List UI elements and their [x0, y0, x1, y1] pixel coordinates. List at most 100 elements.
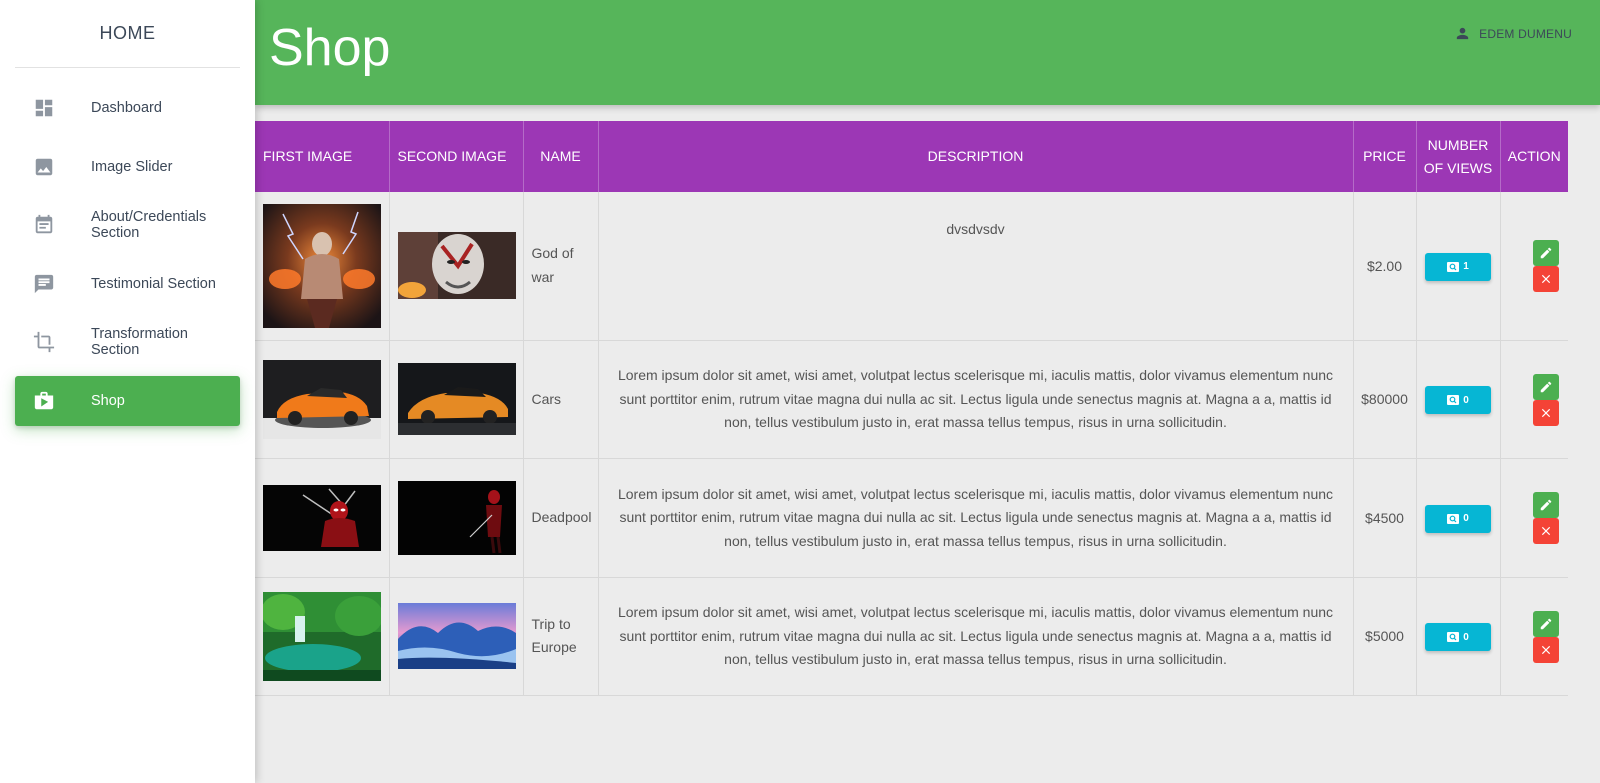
action-cell [1500, 458, 1568, 578]
sidebar-item-label: Testimonial Section [91, 275, 216, 292]
sidebar-item-transformation[interactable]: Transformation Section [15, 317, 240, 367]
second-image-cell [389, 192, 524, 341]
views-button[interactable]: 0 [1425, 623, 1491, 652]
delete-button[interactable] [1532, 636, 1559, 663]
first-image-cell [255, 577, 390, 696]
views-button[interactable]: 0 [1425, 504, 1491, 533]
first-image-cell [255, 458, 390, 578]
sidebar-nav: Dashboard Image Slider About/Credentials… [0, 83, 255, 426]
first-image-cell [255, 340, 390, 459]
delete-button[interactable] [1532, 399, 1559, 426]
page-title: Shop [269, 19, 391, 77]
close-icon [1541, 408, 1550, 417]
product-description: Lorem ipsum dolor sit amet, wisi amet, v… [598, 577, 1354, 696]
sidebar: HOME Dashboard Image Slider About/Creden… [0, 0, 255, 783]
dashboard-icon [33, 97, 55, 119]
product-name: Trip to Europe [523, 577, 599, 696]
sidebar-item-dashboard[interactable]: Dashboard [15, 83, 240, 133]
sidebar-item-label: Transformation Section [91, 326, 188, 359]
product-price: $2.00 [1353, 192, 1417, 341]
column-header-description[interactable]: DESCRIPTION [598, 121, 1354, 192]
product-price: $4500 [1353, 458, 1417, 578]
sidebar-brand[interactable]: HOME [15, 0, 240, 68]
first-image-thumbnail[interactable] [263, 203, 381, 328]
views-button[interactable]: 1 [1425, 252, 1491, 281]
second-image-thumbnail[interactable] [397, 363, 516, 436]
product-price: $80000 [1353, 340, 1417, 459]
second-image-thumbnail[interactable] [397, 480, 516, 555]
first-image-thumbnail[interactable] [263, 359, 381, 439]
pencil-icon [1540, 247, 1551, 259]
second-image-thumbnail[interactable] [397, 603, 516, 670]
sidebar-item-image-slider[interactable]: Image Slider [15, 142, 240, 192]
shop-table: FIRST IMAGE SECOND IMAGE NAME DESCRIPTIO… [255, 121, 1568, 696]
edit-button[interactable] [1532, 240, 1559, 266]
close-icon [1541, 274, 1550, 284]
product-description: Lorem ipsum dolor sit amet, wisi amet, v… [598, 458, 1354, 578]
shop-icon [33, 390, 55, 412]
edit-button[interactable] [1532, 610, 1559, 637]
first-image-thumbnail[interactable] [263, 591, 381, 681]
column-header-action[interactable]: ACTION [1500, 121, 1568, 192]
top-header: Shop EDEM DUMENU [255, 0, 1600, 105]
close-icon [1541, 645, 1550, 654]
close-icon [1541, 526, 1550, 536]
views-header-line1: NUMBER [1427, 136, 1489, 153]
product-name: Deadpool [523, 458, 599, 578]
views-cell: 0 [1416, 458, 1501, 578]
sidebar-item-label: Shop [91, 392, 125, 409]
pencil-icon [1540, 499, 1551, 511]
user-name: EDEM DUMENU [1479, 26, 1572, 41]
first-image-thumbnail[interactable] [263, 484, 381, 551]
views-count: 1 [1463, 261, 1469, 273]
column-header-first-image[interactable]: FIRST IMAGE [255, 121, 390, 192]
edit-button[interactable] [1532, 492, 1559, 518]
sidebar-item-about-credentials[interactable]: About/Credentials Section [15, 200, 240, 250]
table-header-row: FIRST IMAGE SECOND IMAGE NAME DESCRIPTIO… [255, 121, 1568, 192]
pencil-icon [1540, 381, 1551, 392]
views-cell: 1 [1416, 192, 1501, 341]
delete-button[interactable] [1532, 266, 1559, 292]
person-icon [1456, 27, 1469, 40]
product-name: Cars [523, 340, 599, 459]
views-count: 0 [1463, 631, 1469, 643]
product-price: $5000 [1353, 577, 1417, 696]
sidebar-item-label: About/Credentials Section [91, 209, 207, 242]
table-row: Deadpool Lorem ipsum dolor sit amet, wis… [255, 458, 1568, 578]
sidebar-item-shop[interactable]: Shop [15, 375, 240, 426]
event-note-icon [33, 214, 55, 236]
crop-icon [33, 331, 55, 353]
table-row: Trip to Europe Lorem ipsum dolor sit ame… [255, 577, 1568, 696]
product-description: Lorem ipsum dolor sit amet, wisi amet, v… [598, 340, 1354, 459]
sidebar-item-label: Image Slider [91, 158, 173, 175]
views-header-line2: OF VIEWS [1423, 159, 1493, 176]
second-image-thumbnail[interactable] [397, 232, 516, 300]
action-cell [1500, 340, 1568, 459]
views-cell: 0 [1416, 577, 1501, 696]
shop-table-container: FIRST IMAGE SECOND IMAGE NAME DESCRIPTIO… [255, 121, 1568, 696]
search-icon [1447, 261, 1460, 272]
views-count: 0 [1463, 394, 1469, 406]
sidebar-item-testimonial[interactable]: Testimonial Section [15, 259, 240, 309]
sidebar-item-label: Dashboard [91, 100, 162, 116]
column-header-second-image[interactable]: SECOND IMAGE [389, 121, 524, 192]
search-icon [1447, 632, 1460, 643]
views-count: 0 [1463, 513, 1469, 525]
action-cell [1500, 192, 1568, 341]
image-icon [33, 156, 55, 178]
edit-button[interactable] [1532, 373, 1559, 400]
chat-icon [33, 273, 55, 295]
views-button[interactable]: 0 [1425, 386, 1491, 415]
second-image-cell [389, 340, 524, 459]
column-header-name[interactable]: NAME [523, 121, 599, 192]
action-cell [1500, 577, 1568, 696]
product-description: dvsdvsdv [598, 192, 1354, 341]
column-header-price[interactable]: PRICE [1353, 121, 1417, 192]
second-image-cell [389, 577, 524, 696]
column-header-views[interactable]: NUMBER OF VIEWS [1416, 121, 1501, 192]
pencil-icon [1540, 618, 1551, 629]
table-row: Cars Lorem ipsum dolor sit amet, wisi am… [255, 340, 1568, 459]
user-menu[interactable]: EDEM DUMENU [1454, 25, 1572, 42]
first-image-cell [255, 192, 390, 341]
delete-button[interactable] [1532, 518, 1559, 544]
